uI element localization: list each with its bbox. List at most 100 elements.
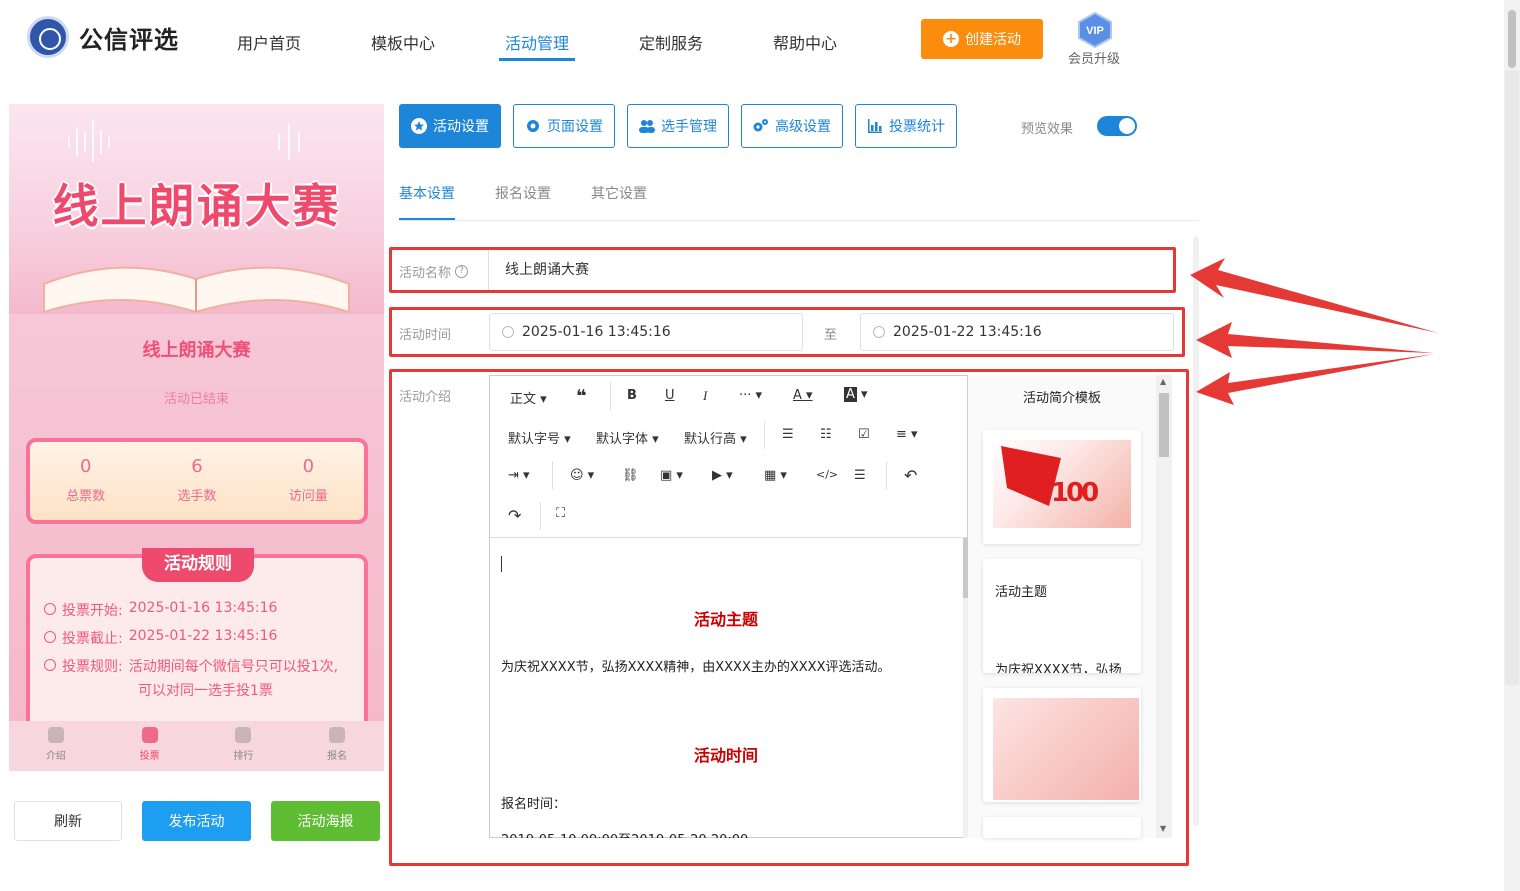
tab-vote[interactable]: 投票 <box>103 721 197 771</box>
more-styles-icon[interactable]: ··· ▾ <box>739 388 762 403</box>
stat-contestants: 6 选手数 <box>141 442 252 520</box>
scrollbar-thumb[interactable] <box>1159 393 1169 457</box>
template-card-1[interactable]: 100 <box>983 430 1141 544</box>
nav-active-indicator <box>499 58 575 61</box>
preview-tabbar: 介绍 投票 排行 报名 <box>9 721 384 771</box>
subtab-other[interactable]: 其它设置 <box>591 183 647 203</box>
fullscreen-icon[interactable]: ⛶ <box>556 506 565 521</box>
tab-signup[interactable]: 报名 <box>290 721 384 771</box>
label-text: 活动名称 <box>399 266 452 281</box>
template-card-title: 活动主题 <box>995 585 1048 600</box>
activity-name-input[interactable]: 线上朗诵大赛 <box>488 250 1172 290</box>
font-size-select[interactable]: 默认字号 ▾ <box>508 428 571 447</box>
tab-activity-settings[interactable]: 活动设置 <box>399 104 501 148</box>
preview-activity-status: 活动已结束 <box>163 392 229 407</box>
publish-activity-button[interactable]: 发布活动 <box>142 801 251 841</box>
numbered-list-icon[interactable]: ☷ <box>820 427 832 442</box>
rule-value: 2025-01-22 13:45:16 <box>128 628 278 644</box>
bullet-list-icon[interactable]: ☰ <box>782 427 794 442</box>
start-time-value: 2025-01-16 13:45:16 <box>522 324 671 340</box>
font-color-icon[interactable]: A ▾ <box>793 388 813 403</box>
preview-banner: 线上朗诵大赛 <box>9 104 384 314</box>
toolbar-divider <box>764 421 765 449</box>
undo-icon[interactable]: ↶ <box>904 466 917 485</box>
ranking-icon <box>235 727 252 743</box>
editor-content[interactable]: 活动主题 为庆祝XXXX节，弘扬XXXX精神，由XXXX主办的XXXX评选活动。… <box>490 538 962 838</box>
content-paragraph-signup: 报名时间： <box>501 797 567 812</box>
content-paragraph-dates: 2019-05-10 09:00至2019-05-20 20:00 <box>501 829 748 838</box>
paragraph-format-select[interactable]: 正文 ▾ <box>510 388 547 407</box>
question-icon[interactable]: ? <box>455 265 469 278</box>
tab-vote-statistics[interactable]: 投票统计 <box>855 104 957 148</box>
emoji-icon[interactable]: ☺ ▾ <box>570 468 594 483</box>
template-card-3[interactable] <box>983 688 1141 802</box>
refresh-button[interactable]: 刷新 <box>14 801 122 841</box>
template-card-4[interactable] <box>983 817 1141 838</box>
table-icon[interactable]: ▦ ▾ <box>764 468 787 483</box>
background-color-icon[interactable]: A ▾ <box>844 387 868 402</box>
tab-ranking[interactable]: 排行 <box>197 721 291 771</box>
logo[interactable]: 公信评选 <box>27 16 179 58</box>
vip-icon[interactable]: VIP <box>1077 12 1113 48</box>
rule-label: 投票规则: <box>62 659 123 675</box>
scroll-down-icon[interactable]: ▼ <box>1160 824 1166 833</box>
rule-vote-policy-cont: 可以对同一选手投1票 <box>138 683 273 699</box>
template-scrollbar[interactable]: ▲ ▼ <box>1156 375 1172 838</box>
info-icon <box>44 659 56 671</box>
quote-icon[interactable]: ❝ <box>576 386 587 407</box>
video-icon[interactable]: ▶ ▾ <box>712 468 733 483</box>
nav-help-center[interactable]: 帮助中心 <box>773 30 837 54</box>
font-family-select[interactable]: 默认字体 ▾ <box>596 428 659 447</box>
toolbar-divider <box>540 502 541 530</box>
preview-toggle-switch[interactable] <box>1097 116 1137 136</box>
indent-icon[interactable]: ⇥ ▾ <box>508 468 530 483</box>
tab-label: 排行 <box>233 751 254 762</box>
stat-value: 6 <box>191 456 203 477</box>
nav-custom-service[interactable]: 定制服务 <box>639 30 703 54</box>
underline-icon[interactable]: U <box>665 388 675 403</box>
rule-vote-policy: 投票规则: 活动期间每个微信号只可以投1次, <box>44 656 338 676</box>
subtab-signup[interactable]: 报名设置 <box>495 183 551 203</box>
preview-stats-card: 0 总票数 6 选手数 0 访问量 <box>26 438 368 524</box>
tab-label: 页面设置 <box>547 119 603 135</box>
nav-user-home[interactable]: 用户首页 <box>237 30 301 54</box>
redo-icon[interactable]: ↷ <box>508 506 521 525</box>
start-time-input[interactable]: 2025-01-16 13:45:16 <box>489 313 803 351</box>
tab-page-settings[interactable]: 页面设置 <box>513 104 615 148</box>
tab-contestant-management[interactable]: 选手管理 <box>627 104 729 148</box>
stat-label: 访问量 <box>288 489 328 504</box>
checklist-icon[interactable]: ☑ <box>858 427 870 442</box>
create-activity-button[interactable]: + 创建活动 <box>921 19 1043 59</box>
line-height-select[interactable]: 默认行高 ▾ <box>684 428 747 447</box>
end-time-input[interactable]: 2025-01-22 13:45:16 <box>860 313 1174 351</box>
stat-label: 选手数 <box>177 489 217 504</box>
divider-line-icon[interactable]: ☰ <box>854 468 866 483</box>
image-icon[interactable]: ▣ ▾ <box>660 468 683 483</box>
template-panel: 活动简介模板 100 活动主题 为庆祝XXXX节，弘扬 <box>968 375 1156 838</box>
stat-value: 0 <box>79 456 92 477</box>
vip-upgrade-label[interactable]: 会员升级 <box>1068 48 1120 67</box>
tab-label: 投票 <box>139 751 160 762</box>
bold-icon[interactable]: B <box>627 388 637 403</box>
activity-poster-button[interactable]: 活动海报 <box>271 801 380 841</box>
subtab-basic[interactable]: 基本设置 <box>399 183 455 203</box>
logo-text: 公信评选 <box>79 25 179 54</box>
tab-intro[interactable]: 介绍 <box>9 721 103 771</box>
toolbar-divider <box>886 461 887 489</box>
tab-advanced-settings[interactable]: 高级设置 <box>741 104 843 148</box>
italic-icon[interactable]: I <box>703 388 707 404</box>
link-icon[interactable]: ⛓ <box>622 468 639 483</box>
align-icon[interactable]: ≡ ▾ <box>896 427 918 442</box>
clock-icon <box>502 326 514 338</box>
text-cursor <box>501 556 502 572</box>
nav-activity-management[interactable]: 活动管理 <box>505 30 569 54</box>
content-paragraph-theme: 为庆祝XXXX节，弘扬XXXX精神，由XXXX主办的XXXX评选活动。 <box>501 660 891 675</box>
page: 公信评选 用户首页 模板中心 活动管理 定制服务 帮助中心 + 创建活动 VIP… <box>0 0 1520 891</box>
scrollbar-thumb[interactable] <box>1508 10 1516 68</box>
rule-label: 投票开始: <box>62 603 123 619</box>
scroll-up-icon[interactable]: ▲ <box>1160 377 1166 386</box>
rule-label: 投票截止: <box>62 631 123 647</box>
code-icon[interactable]: </> <box>816 468 838 481</box>
template-card-2[interactable]: 活动主题 为庆祝XXXX节，弘扬 <box>983 559 1141 673</box>
nav-template-center[interactable]: 模板中心 <box>371 30 435 54</box>
